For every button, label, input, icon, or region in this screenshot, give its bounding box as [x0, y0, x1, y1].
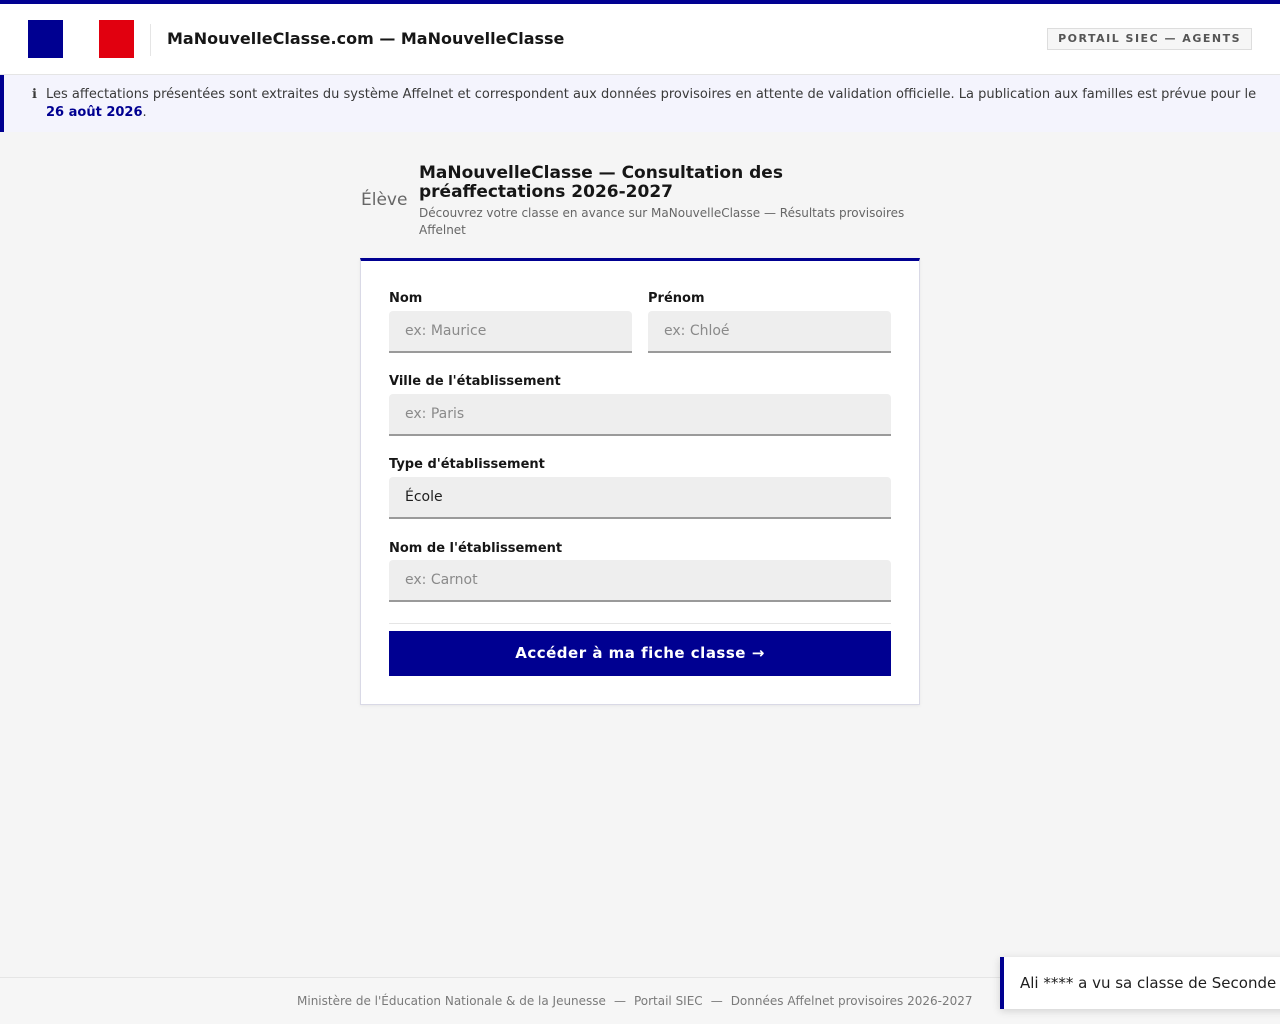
etablissement-input[interactable]	[389, 560, 891, 602]
footer-ministry: Ministère de l'Éducation Nationale & de …	[297, 994, 606, 1008]
footer-data: Données Affelnet provisoires 2026-2027	[730, 994, 973, 1008]
submit-button[interactable]: Accéder à ma fiche classe →	[389, 631, 891, 676]
notice-text-after: .	[142, 105, 147, 120]
brand-title[interactable]: MaNouvelleClasse.com — MaNouvelleClasse	[167, 29, 564, 48]
type-select[interactable]: École	[389, 477, 891, 519]
prenom-input[interactable]	[648, 311, 891, 353]
form-divider	[389, 623, 891, 624]
flag-blue-stripe	[28, 20, 63, 58]
search-form-card: Nom Prénom Ville de l'établissement Type…	[360, 258, 920, 705]
footer-portal: Portail SIEC	[633, 994, 703, 1008]
top-header: MaNouvelleClasse.com — MaNouvelleClasse …	[0, 0, 1280, 75]
footer-separator: —	[710, 994, 723, 1008]
portal-badge[interactable]: PORTAIL SIEC — AGENTS	[1047, 28, 1252, 50]
footer-text: Ministère de l'Éducation Nationale & de …	[297, 994, 973, 1008]
type-label: Type d'établissement	[389, 457, 545, 472]
ville-input[interactable]	[389, 394, 891, 436]
eleve-label: Élève	[361, 190, 408, 210]
page-title: MaNouvelleClasse — Consultation des préa…	[419, 163, 783, 202]
notice-date: 26 août 2026	[46, 105, 143, 120]
prenom-label: Prénom	[648, 291, 705, 306]
info-notice-banner: ℹ Les affectations présentées sont extra…	[0, 75, 1280, 132]
nom-label: Nom	[389, 291, 423, 306]
etablissement-label: Nom de l'établissement	[389, 541, 563, 556]
notice-text-before: Les affectations présentées sont extrait…	[46, 87, 1257, 102]
type-select-value: École	[405, 489, 443, 505]
french-flag-logo	[28, 20, 134, 58]
page-subtitle: Découvrez votre classe en avance sur MaN…	[419, 206, 905, 237]
footer-separator: —	[613, 994, 626, 1008]
brand-separator	[150, 24, 151, 56]
nom-input[interactable]	[389, 311, 632, 353]
flag-red-stripe	[99, 20, 134, 58]
info-icon: ℹ	[32, 87, 37, 102]
notice-text: Les affectations présentées sont extrait…	[46, 86, 1260, 122]
ville-label: Ville de l'établissement	[389, 374, 561, 389]
notification-toast[interactable]: Ali **** a vu sa classe de Seconde	[1000, 957, 1280, 1009]
